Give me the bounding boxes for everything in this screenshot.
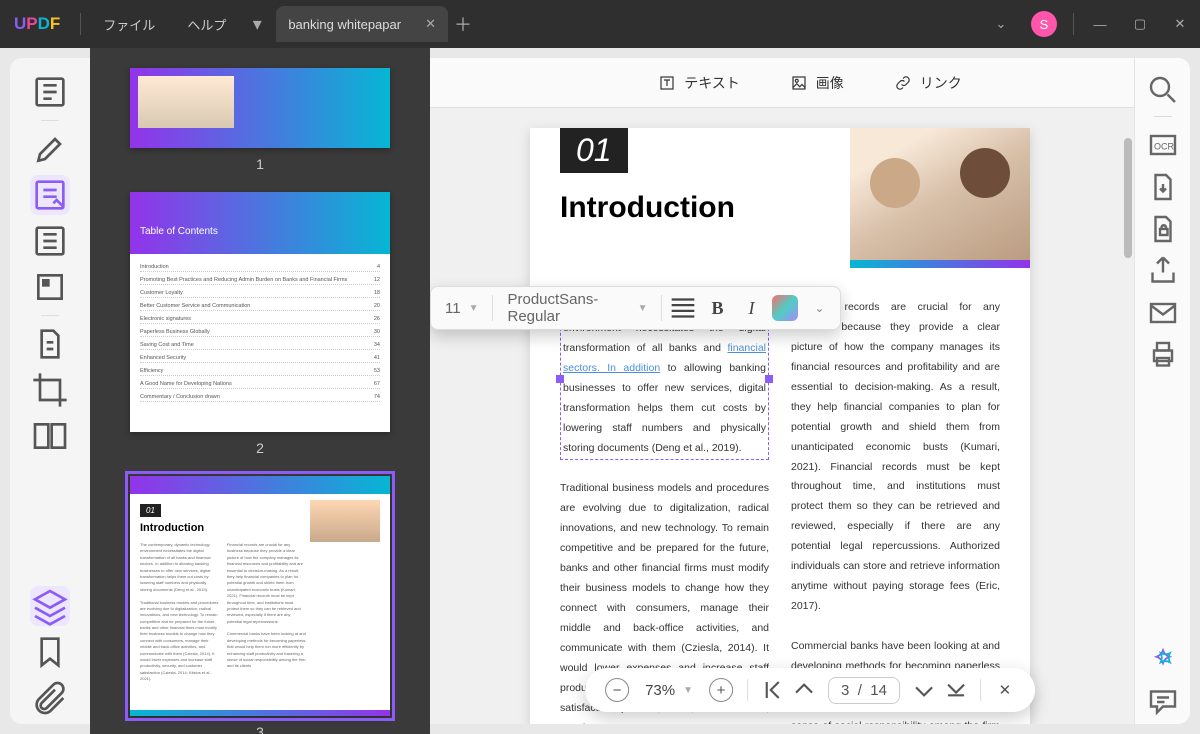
document-viewport[interactable]: 01 Introduction The contemporary, dynami… [430, 108, 1130, 724]
chapter-badge: 01 [560, 128, 628, 173]
page-title: Introduction [560, 191, 735, 225]
toc-heading: Table of Contents [130, 192, 390, 254]
last-page-button[interactable] [940, 674, 972, 706]
thumbnail-page-1[interactable] [130, 68, 390, 148]
tab-title: banking whitepapar [288, 17, 401, 32]
edit-toolbar: テキスト 画像 リンク [430, 58, 1190, 108]
thumbnail-panel: 1 Table of Contents Introduction4Promoti… [90, 48, 430, 734]
menu-file[interactable]: ファイル [87, 15, 171, 34]
titlebar: UPDF ファイル ヘルプ ▾ banking whitepapar ✕ ＋ ⌄… [0, 0, 1200, 48]
close-controls-button[interactable]: ✕ [989, 674, 1021, 706]
prev-page-button[interactable] [788, 674, 820, 706]
text-format-toolbar: 11▼ ProductSans-Regular▼ B I ⌄ [430, 286, 841, 330]
bold-button[interactable]: B [700, 291, 734, 325]
text-color-button[interactable] [768, 291, 802, 325]
body-text: Financial records are crucial for any bu… [791, 298, 1000, 617]
organize-tool-icon[interactable] [30, 324, 70, 364]
page-tool-icon[interactable] [30, 221, 70, 261]
chevron-down-icon[interactable]: ⌄ [981, 16, 1021, 32]
minimize-button[interactable]: — [1080, 17, 1120, 32]
scrollbar-thumb[interactable] [1124, 138, 1132, 258]
italic-button[interactable]: I [734, 291, 768, 325]
separator [80, 13, 81, 35]
edit-tool-icon[interactable] [30, 175, 70, 215]
thumbnail-number: 1 [130, 156, 390, 172]
bookmark-icon[interactable] [30, 632, 70, 672]
close-button[interactable]: ✕ [1160, 16, 1200, 32]
selection-handle-right[interactable] [765, 375, 773, 383]
ocr-icon[interactable]: OCR [1145, 127, 1181, 163]
page-controls: − 73%▼ + 3 / 14 ✕ [585, 668, 1035, 712]
document-tab[interactable]: banking whitepapar ✕ [276, 6, 448, 42]
thumbnail-page-3[interactable]: 01 Introduction The contemporary, dynami… [130, 476, 390, 716]
thumbnail-number: 2 [130, 440, 390, 456]
highlighter-tool-icon[interactable] [30, 129, 70, 169]
menu-help[interactable]: ヘルプ [171, 15, 242, 34]
attachment-icon[interactable] [30, 678, 70, 718]
tab-prev-icon[interactable]: ▾ [242, 14, 272, 35]
form-tool-icon[interactable] [30, 267, 70, 307]
zoom-in-button[interactable]: + [709, 678, 733, 702]
page: 01 Introduction The contemporary, dynami… [530, 128, 1030, 724]
search-icon[interactable] [1145, 72, 1181, 108]
scrollbar-track[interactable] [1124, 118, 1132, 654]
right-toolbar: OCR [1134, 58, 1190, 724]
link-tool[interactable]: リンク [894, 73, 962, 93]
image-tool[interactable]: 画像 [790, 73, 844, 93]
compare-tool-icon[interactable] [30, 416, 70, 456]
maximize-button[interactable]: ▢ [1120, 16, 1160, 32]
thumbnail-page-2[interactable]: Table of Contents Introduction4Promoting… [130, 192, 390, 432]
font-size-select[interactable]: 11▼ [435, 291, 488, 325]
zoom-level[interactable]: 73%▼ [635, 682, 703, 699]
selection-handle-left[interactable] [556, 375, 564, 383]
app-logo: UPDF [0, 14, 74, 34]
protect-icon[interactable] [1145, 211, 1181, 247]
first-page-button[interactable] [756, 674, 788, 706]
left-toolbar [10, 58, 90, 724]
font-family-select[interactable]: ProductSans-Regular▼ [497, 291, 657, 325]
user-avatar[interactable]: S [1031, 11, 1057, 37]
align-button[interactable] [666, 291, 700, 325]
more-formatting-icon[interactable]: ⌄ [802, 291, 836, 325]
separator [1073, 13, 1074, 35]
print-icon[interactable] [1145, 337, 1181, 373]
text-tool[interactable]: テキスト [658, 73, 740, 93]
tab-close-icon[interactable]: ✕ [425, 16, 436, 32]
page-hero-image [850, 128, 1030, 268]
export-icon[interactable] [1145, 169, 1181, 205]
next-page-button[interactable] [908, 674, 940, 706]
reader-tool-icon[interactable] [30, 72, 70, 112]
page-indicator[interactable]: 3 / 14 [828, 677, 900, 704]
share-icon[interactable] [1145, 253, 1181, 289]
svg-text:OCR: OCR [1154, 142, 1175, 152]
thumbnail-number: 3 [130, 724, 390, 734]
main-area: テキスト 画像 リンク 01 Introduction [430, 58, 1190, 724]
layers-icon[interactable] [30, 586, 70, 626]
zoom-out-button[interactable]: − [605, 678, 629, 702]
email-icon[interactable] [1145, 295, 1181, 331]
comment-icon[interactable] [1145, 684, 1181, 720]
ai-assistant-icon[interactable] [1145, 642, 1181, 678]
crop-tool-icon[interactable] [30, 370, 70, 410]
new-tab-button[interactable]: ＋ [448, 11, 478, 37]
